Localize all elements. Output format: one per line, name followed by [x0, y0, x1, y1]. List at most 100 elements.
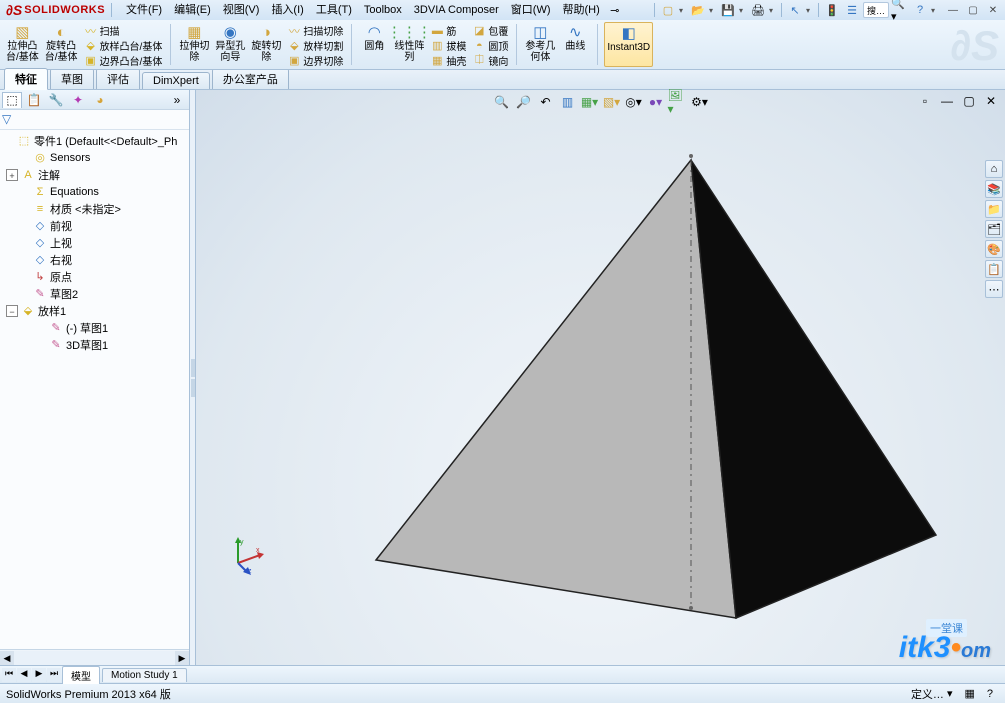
- linear-pattern-button[interactable]: ⋮⋮⋮线性阵 列: [392, 22, 426, 67]
- viewport-restore-icon[interactable]: ▫: [915, 92, 935, 110]
- viewport-minimize-icon[interactable]: —: [937, 92, 957, 110]
- tree-node-front-plane[interactable]: ◇前视: [0, 217, 189, 234]
- tree-node-annotations[interactable]: +A注解: [0, 166, 189, 183]
- tree-node-sketch2[interactable]: ✎草图2: [0, 285, 189, 302]
- view-orientation-icon[interactable]: ▦▾: [580, 93, 600, 111]
- print-icon[interactable]: 🖨: [749, 2, 767, 18]
- tree-node-right-plane[interactable]: ◇右视: [0, 251, 189, 268]
- viewport-close-icon[interactable]: ✕: [981, 92, 1001, 110]
- previous-view-icon[interactable]: ↶: [536, 93, 556, 111]
- menu-3dvia[interactable]: 3DVIA Composer: [408, 0, 505, 20]
- display-manager-tab-icon[interactable]: ◕: [90, 92, 110, 108]
- tree-root-part[interactable]: ⬚零件1 (Default<<Default>_Ph: [0, 132, 189, 149]
- menu-view[interactable]: 视图(V): [217, 0, 266, 20]
- task-pane-more-icon[interactable]: ⋯: [985, 280, 1003, 298]
- zoom-area-icon[interactable]: 🔎: [514, 93, 534, 111]
- menu-pin-icon[interactable]: ⊸: [606, 2, 624, 18]
- reference-geometry-button[interactable]: ◫参考几 何体: [523, 22, 557, 67]
- tab-scroll-first-icon[interactable]: ⏮: [2, 668, 16, 682]
- status-editing-state[interactable]: 定义…▾: [905, 686, 959, 702]
- collapse-icon[interactable]: −: [6, 305, 18, 317]
- filter-icon[interactable]: ▽: [2, 112, 18, 128]
- close-button[interactable]: ✕: [985, 3, 1001, 17]
- menu-tools[interactable]: 工具(T): [310, 0, 358, 20]
- tab-features[interactable]: 特征: [4, 68, 48, 90]
- custom-properties-icon[interactable]: 📋: [985, 260, 1003, 278]
- appearances-icon[interactable]: 🎨: [985, 240, 1003, 258]
- tab-office[interactable]: 办公室产品: [212, 68, 289, 89]
- tree-node-equations[interactable]: ΣEquations: [0, 183, 189, 200]
- section-view-icon[interactable]: ▥: [558, 93, 578, 111]
- tab-dimxpert[interactable]: DimXpert: [142, 72, 210, 89]
- view-palette-icon[interactable]: 🗂: [985, 220, 1003, 238]
- menu-file[interactable]: 文件(F): [120, 0, 168, 20]
- mirror-button[interactable]: ⎅镜向: [470, 53, 510, 68]
- menu-help[interactable]: 帮助(H): [557, 0, 606, 20]
- zoom-fit-icon[interactable]: 🔍: [492, 93, 512, 111]
- minimize-button[interactable]: —: [945, 3, 961, 17]
- hole-wizard-button[interactable]: ◉异型孔 向导: [213, 22, 247, 67]
- extruded-cut-button[interactable]: ▦拉伸切 除: [177, 22, 211, 67]
- tree-node-loft1[interactable]: −⬙放样1: [0, 302, 189, 319]
- viewport-maximize-icon[interactable]: ▢: [959, 92, 979, 110]
- revolved-cut-button[interactable]: ◑旋转切 除: [249, 22, 283, 67]
- shell-button[interactable]: ▦抽壳: [428, 53, 468, 68]
- draft-button[interactable]: ▥拔模: [428, 38, 468, 53]
- dome-button[interactable]: ◓圆顶: [470, 38, 510, 53]
- lofted-cut-button[interactable]: ⬙放样切割: [285, 38, 345, 53]
- new-document-icon[interactable]: ▢: [659, 2, 677, 18]
- save-icon[interactable]: 💾: [719, 2, 737, 18]
- panel-expand-icon[interactable]: »: [167, 92, 187, 108]
- tab-scroll-last-icon[interactable]: ⏭: [47, 668, 61, 682]
- select-icon[interactable]: ↖: [786, 2, 804, 18]
- graphics-viewport[interactable]: 🔍 🔎 ↶ ▥ ▦▾ ▧▾ ◎▾ ●▾ 🖼▾ ⚙▾ ▫ — ▢ ✕: [196, 90, 1005, 665]
- tab-scroll-next-icon[interactable]: ▶: [32, 668, 46, 682]
- tab-model[interactable]: 模型: [62, 666, 100, 684]
- tree-node-sketch1[interactable]: ✎(-) 草图1: [0, 319, 189, 336]
- hide-show-icon[interactable]: ◎▾: [624, 93, 644, 111]
- property-manager-tab-icon[interactable]: 📋: [24, 92, 44, 108]
- tree-node-material[interactable]: ≡材质 <未指定>: [0, 200, 189, 217]
- view-settings-icon[interactable]: ⚙▾: [690, 93, 710, 111]
- menu-edit[interactable]: 编辑(E): [168, 0, 217, 20]
- scroll-right-icon[interactable]: ▶: [175, 651, 189, 665]
- tree-node-top-plane[interactable]: ◇上视: [0, 234, 189, 251]
- rib-button[interactable]: ▬筋: [428, 23, 468, 38]
- tab-motion-study[interactable]: Motion Study 1: [102, 668, 187, 682]
- tree-node-3dsketch1[interactable]: ✎3D草图1: [0, 336, 189, 353]
- status-help-icon[interactable]: ?: [981, 688, 999, 700]
- rebuild-icon[interactable]: 🚦: [823, 2, 841, 18]
- tree-node-origin[interactable]: ↳原点: [0, 268, 189, 285]
- lofted-boss-button[interactable]: ⬙放样凸台/基体: [82, 38, 165, 53]
- scroll-left-icon[interactable]: ◀: [0, 651, 14, 665]
- boundary-boss-button[interactable]: ▣边界凸台/基体: [82, 53, 165, 68]
- instant3d-button[interactable]: ◧Instant3D: [604, 22, 653, 67]
- display-style-icon[interactable]: ▧▾: [602, 93, 622, 111]
- help-icon[interactable]: ?: [911, 2, 929, 18]
- tab-sketch[interactable]: 草图: [50, 68, 94, 89]
- wrap-button[interactable]: ◪包覆: [470, 23, 510, 38]
- expand-icon[interactable]: +: [6, 169, 18, 181]
- tree-node-sensors[interactable]: ◎Sensors: [0, 149, 189, 166]
- panel-hscrollbar[interactable]: ◀ ▶: [0, 649, 189, 665]
- swept-boss-button[interactable]: 〰扫描: [82, 23, 165, 38]
- extruded-boss-button[interactable]: ▧拉伸凸 台/基体: [4, 22, 41, 67]
- open-icon[interactable]: 📂: [689, 2, 707, 18]
- edit-appearance-icon[interactable]: ●▾: [646, 93, 666, 111]
- boundary-cut-button[interactable]: ▣边界切除: [285, 53, 345, 68]
- dimxpert-manager-tab-icon[interactable]: ✦: [68, 92, 88, 108]
- search-dropdown-icon[interactable]: 🔍▾: [891, 2, 909, 18]
- search-input[interactable]: 搜…: [863, 2, 889, 18]
- configuration-manager-tab-icon[interactable]: 🔧: [46, 92, 66, 108]
- revolved-boss-button[interactable]: ◐旋转凸 台/基体: [43, 22, 80, 67]
- menu-window[interactable]: 窗口(W): [505, 0, 557, 20]
- menu-toolbox[interactable]: Toolbox: [358, 0, 408, 20]
- options-icon[interactable]: ☰: [843, 2, 861, 18]
- curves-button[interactable]: ∿曲线: [559, 22, 591, 67]
- tab-evaluate[interactable]: 评估: [96, 68, 140, 89]
- menu-insert[interactable]: 插入(I): [265, 0, 309, 20]
- fillet-button[interactable]: ◠圆角: [358, 22, 390, 67]
- design-library-icon[interactable]: 📚: [985, 180, 1003, 198]
- maximize-button[interactable]: ▢: [965, 3, 981, 17]
- apply-scene-icon[interactable]: 🖼▾: [668, 93, 688, 111]
